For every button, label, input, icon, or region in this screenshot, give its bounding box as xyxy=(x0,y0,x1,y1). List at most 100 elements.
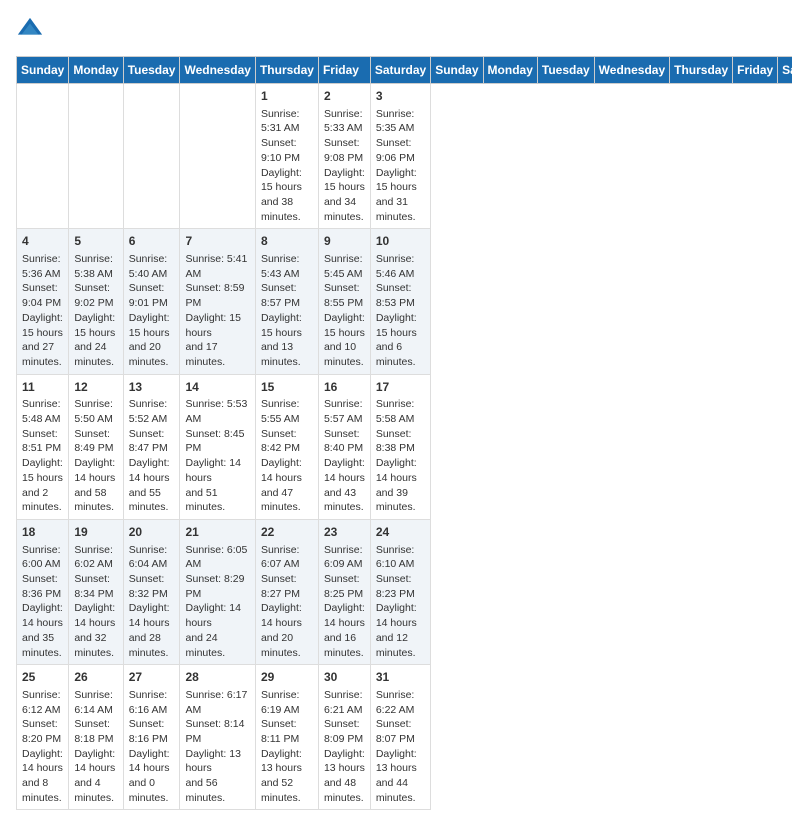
cell-content-line: Sunset: 8:11 PM xyxy=(261,717,313,746)
cell-content-line: Daylight: 13 hours xyxy=(376,747,425,776)
cell-content-line: Sunset: 9:08 PM xyxy=(324,136,365,165)
cell-content-line: Sunrise: 6:00 AM xyxy=(22,543,63,572)
day-number: 22 xyxy=(261,524,313,541)
cell-content-line: and 58 minutes. xyxy=(74,486,117,515)
cell-content-line: Sunset: 8:20 PM xyxy=(22,717,63,746)
cell-content-line: Daylight: 15 hours xyxy=(129,311,175,340)
cell-content-line: Sunset: 8:27 PM xyxy=(261,572,313,601)
calendar-cell xyxy=(17,84,69,229)
day-number: 25 xyxy=(22,669,63,686)
cell-content-line: and 43 minutes. xyxy=(324,486,365,515)
cell-content-line: Sunrise: 6:07 AM xyxy=(261,543,313,572)
cell-content-line: Sunset: 8:45 PM xyxy=(185,427,249,456)
weekday-header: Monday xyxy=(483,57,537,84)
day-number: 11 xyxy=(22,379,63,396)
cell-content-line: and 48 minutes. xyxy=(324,776,365,805)
day-number: 10 xyxy=(376,233,425,250)
calendar-cell: 22Sunrise: 6:07 AMSunset: 8:27 PMDayligh… xyxy=(255,519,318,664)
cell-content-line: and 34 minutes. xyxy=(324,195,365,224)
cell-content-line: Sunset: 8:14 PM xyxy=(185,717,249,746)
cell-content-line: Sunset: 8:40 PM xyxy=(324,427,365,456)
day-number: 15 xyxy=(261,379,313,396)
calendar-cell: 21Sunrise: 6:05 AMSunset: 8:29 PMDayligh… xyxy=(180,519,255,664)
day-number: 21 xyxy=(185,524,249,541)
cell-content-line: Sunset: 9:04 PM xyxy=(22,281,63,310)
cell-content-line: Sunset: 8:09 PM xyxy=(324,717,365,746)
cell-content-line: Sunset: 8:07 PM xyxy=(376,717,425,746)
cell-content-line: Sunrise: 6:10 AM xyxy=(376,543,425,572)
cell-content-line: Sunset: 8:42 PM xyxy=(261,427,313,456)
day-number: 13 xyxy=(129,379,175,396)
calendar-week-row: 18Sunrise: 6:00 AMSunset: 8:36 PMDayligh… xyxy=(17,519,792,664)
day-number: 4 xyxy=(22,233,63,250)
cell-content-line: Sunrise: 5:52 AM xyxy=(129,397,175,426)
cell-content-line: Daylight: 14 hours xyxy=(324,601,365,630)
cell-content-line: and 8 minutes. xyxy=(22,776,63,805)
cell-content-line: Sunrise: 5:50 AM xyxy=(74,397,117,426)
calendar-cell xyxy=(69,84,123,229)
calendar-cell: 18Sunrise: 6:00 AMSunset: 8:36 PMDayligh… xyxy=(17,519,69,664)
cell-content-line: Sunrise: 6:19 AM xyxy=(261,688,313,717)
weekday-header: Thursday xyxy=(670,57,733,84)
cell-content-line: Daylight: 15 hours xyxy=(324,311,365,340)
cell-content-line: Sunrise: 5:43 AM xyxy=(261,252,313,281)
cell-content-line: Sunset: 8:49 PM xyxy=(74,427,117,456)
calendar-cell: 13Sunrise: 5:52 AMSunset: 8:47 PMDayligh… xyxy=(123,374,180,519)
cell-content-line: Sunset: 8:23 PM xyxy=(376,572,425,601)
calendar-cell: 3Sunrise: 5:35 AMSunset: 9:06 PMDaylight… xyxy=(370,84,430,229)
cell-content-line: Sunset: 9:06 PM xyxy=(376,136,425,165)
cell-content-line: Daylight: 14 hours xyxy=(129,456,175,485)
cell-content-line: and 31 minutes. xyxy=(376,195,425,224)
calendar-cell: 19Sunrise: 6:02 AMSunset: 8:34 PMDayligh… xyxy=(69,519,123,664)
cell-content-line: Daylight: 14 hours xyxy=(22,747,63,776)
day-number: 31 xyxy=(376,669,425,686)
calendar-cell: 2Sunrise: 5:33 AMSunset: 9:08 PMDaylight… xyxy=(318,84,370,229)
calendar-cell: 17Sunrise: 5:58 AMSunset: 8:38 PMDayligh… xyxy=(370,374,430,519)
calendar-cell: 11Sunrise: 5:48 AMSunset: 8:51 PMDayligh… xyxy=(17,374,69,519)
calendar-cell: 24Sunrise: 6:10 AMSunset: 8:23 PMDayligh… xyxy=(370,519,430,664)
cell-content-line: Daylight: 15 hours xyxy=(22,311,63,340)
calendar-cell: 20Sunrise: 6:04 AMSunset: 8:32 PMDayligh… xyxy=(123,519,180,664)
cell-content-line: Daylight: 15 hours xyxy=(376,311,425,340)
day-number: 12 xyxy=(74,379,117,396)
cell-content-line: and 2 minutes. xyxy=(22,486,63,515)
weekday-header: Tuesday xyxy=(537,57,594,84)
weekday-header: Wednesday xyxy=(594,57,669,84)
cell-content-line: Daylight: 13 hours xyxy=(324,747,365,776)
cell-content-line: Sunset: 8:53 PM xyxy=(376,281,425,310)
cell-content-line: and 28 minutes. xyxy=(129,631,175,660)
cell-content-line: Daylight: 14 hours xyxy=(74,747,117,776)
cell-content-line: and 39 minutes. xyxy=(376,486,425,515)
day-number: 30 xyxy=(324,669,365,686)
cell-content-line: Sunrise: 5:53 AM xyxy=(185,397,249,426)
cell-content-line: Daylight: 14 hours xyxy=(185,601,249,630)
cell-content-line: Sunrise: 5:40 AM xyxy=(129,252,175,281)
day-number: 27 xyxy=(129,669,175,686)
weekday-header-monday: Monday xyxy=(69,57,123,84)
cell-content-line: Sunrise: 6:14 AM xyxy=(74,688,117,717)
weekday-header-sunday: Sunday xyxy=(17,57,69,84)
day-number: 5 xyxy=(74,233,117,250)
day-number: 29 xyxy=(261,669,313,686)
calendar-cell: 9Sunrise: 5:45 AMSunset: 8:55 PMDaylight… xyxy=(318,229,370,374)
day-number: 8 xyxy=(261,233,313,250)
cell-content-line: Sunrise: 6:16 AM xyxy=(129,688,175,717)
weekday-header-wednesday: Wednesday xyxy=(180,57,255,84)
logo xyxy=(16,16,48,44)
calendar-week-row: 1Sunrise: 5:31 AMSunset: 9:10 PMDaylight… xyxy=(17,84,792,229)
cell-content-line: Daylight: 14 hours xyxy=(324,456,365,485)
calendar-cell: 29Sunrise: 6:19 AMSunset: 8:11 PMDayligh… xyxy=(255,665,318,810)
cell-content-line: Daylight: 15 hours xyxy=(324,166,365,195)
day-number: 7 xyxy=(185,233,249,250)
cell-content-line: Sunrise: 5:58 AM xyxy=(376,397,425,426)
cell-content-line: Sunrise: 6:21 AM xyxy=(324,688,365,717)
cell-content-line: Sunset: 8:47 PM xyxy=(129,427,175,456)
cell-content-line: Sunset: 8:59 PM xyxy=(185,281,249,310)
cell-content-line: Sunrise: 6:09 AM xyxy=(324,543,365,572)
cell-content-line: Sunrise: 5:38 AM xyxy=(74,252,117,281)
cell-content-line: and 17 minutes. xyxy=(185,340,249,369)
day-number: 16 xyxy=(324,379,365,396)
cell-content-line: Sunset: 9:10 PM xyxy=(261,136,313,165)
cell-content-line: and 38 minutes. xyxy=(261,195,313,224)
calendar-cell xyxy=(180,84,255,229)
